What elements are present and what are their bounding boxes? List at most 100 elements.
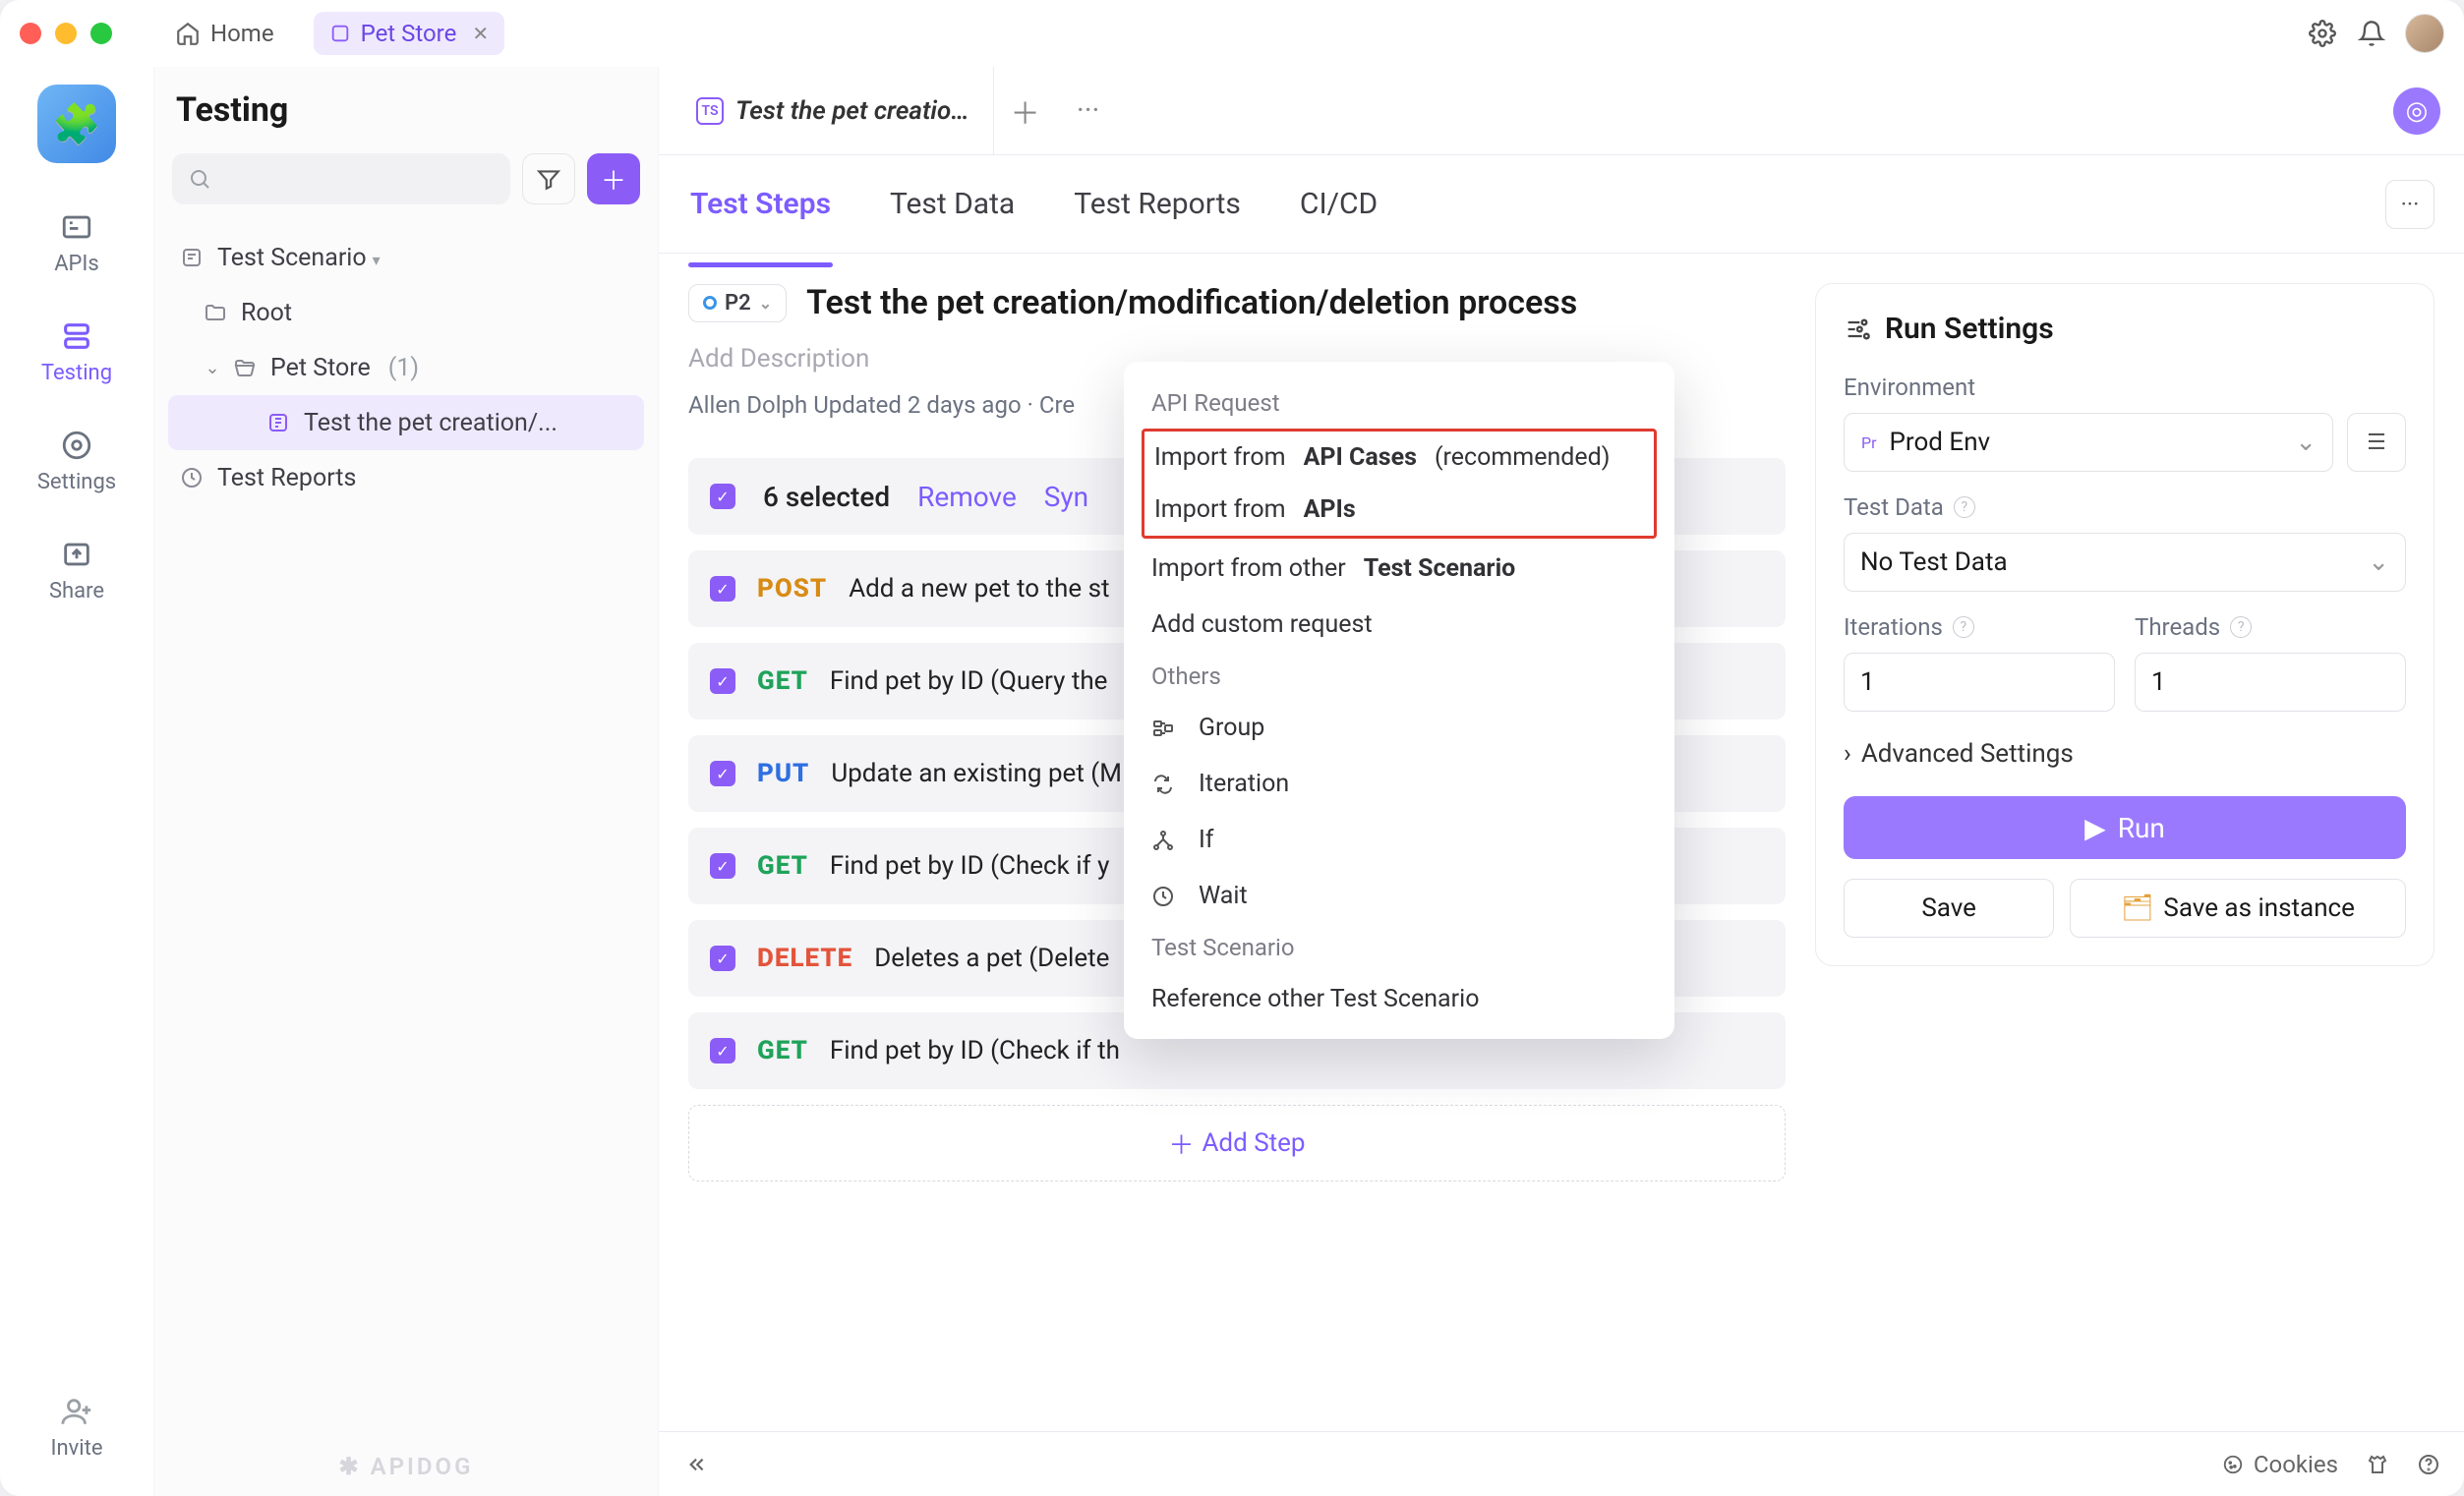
- bell-icon: [2358, 20, 2385, 47]
- http-method: PUT: [757, 759, 809, 788]
- tree-label: Test the pet creation/...: [304, 409, 557, 437]
- env-select[interactable]: Pr Prod Env ⌄: [1844, 413, 2333, 472]
- help-icon[interactable]: ?: [1953, 616, 1974, 638]
- help-icon[interactable]: ?: [1954, 496, 1975, 518]
- new-button[interactable]: ＋: [587, 153, 640, 204]
- step-checkbox[interactable]: ✓: [710, 1038, 735, 1064]
- settings-button[interactable]: [2303, 14, 2342, 53]
- collapse-panel-button[interactable]: [682, 1452, 708, 1477]
- document-tab[interactable]: TS Test the pet creatio…: [673, 67, 994, 154]
- folder-icon: [204, 301, 229, 324]
- tab-add-button[interactable]: ＋: [994, 67, 1057, 154]
- window-controls: [20, 23, 112, 44]
- select-all-checkbox[interactable]: ✓: [710, 484, 735, 509]
- rail-item-share[interactable]: Share: [0, 532, 153, 609]
- chevron-down-icon[interactable]: ⌄: [204, 358, 221, 378]
- theme-button[interactable]: [2366, 1453, 2389, 1476]
- gear-icon: [2309, 20, 2336, 47]
- iterations-input[interactable]: 1: [1844, 653, 2115, 712]
- sidebar-item-scenario[interactable]: Test the pet creation/...: [168, 395, 644, 450]
- compass-button[interactable]: ◎: [2393, 87, 2440, 135]
- sidebar-item-test-reports[interactable]: Test Reports: [168, 450, 644, 505]
- tree-label: Root: [241, 299, 292, 327]
- rail-label: Testing: [41, 361, 112, 385]
- dropdown-section-others: Others: [1124, 653, 1674, 700]
- step-checkbox[interactable]: ✓: [710, 853, 735, 879]
- document-tabs: TS Test the pet creatio… ＋ ··· ◎: [659, 67, 2464, 155]
- step-title: Find pet by ID (Check if th: [830, 1036, 1120, 1065]
- rail-item-testing[interactable]: Testing: [0, 314, 153, 391]
- help-icon[interactable]: ?: [2230, 616, 2252, 638]
- sync-link[interactable]: Syn: [1044, 481, 1088, 513]
- env-menu-button[interactable]: ☰: [2347, 413, 2406, 472]
- save-label: Save: [1921, 893, 1976, 923]
- env-value: Prod Env: [1890, 428, 1991, 457]
- scenario-title[interactable]: Test the pet creation/modification/delet…: [806, 283, 1577, 322]
- avatar[interactable]: [2405, 14, 2444, 53]
- dropdown-import-apis[interactable]: Import from APIs: [1144, 484, 1654, 536]
- dropdown-iteration[interactable]: Iteration: [1124, 756, 1674, 812]
- subtab-test-data[interactable]: Test Data: [888, 173, 1017, 235]
- notifications-button[interactable]: [2352, 14, 2391, 53]
- http-method: POST: [757, 574, 827, 604]
- sidebar-item-test-scenario[interactable]: Test Scenario: [168, 230, 644, 285]
- subtab-test-reports[interactable]: Test Reports: [1072, 173, 1243, 235]
- window-minimize-dot[interactable]: [55, 23, 77, 44]
- sidebar-item-root[interactable]: Root: [168, 285, 644, 340]
- iterations-label: Iterations?: [1844, 613, 2115, 641]
- search-input[interactable]: [172, 153, 510, 204]
- dropdown-wait[interactable]: Wait: [1124, 868, 1674, 924]
- tab-more-button[interactable]: ···: [1057, 67, 1120, 154]
- subtab-more-button[interactable]: ···: [2385, 180, 2435, 229]
- env-label: Environment: [1844, 374, 2406, 401]
- window-close-dot[interactable]: [20, 23, 41, 44]
- testdata-select[interactable]: No Test Data ⌄: [1844, 533, 2406, 592]
- dropdown-add-custom[interactable]: Add custom request: [1124, 597, 1674, 653]
- rail-item-apis[interactable]: APIs: [0, 204, 153, 282]
- home-button[interactable]: Home: [159, 14, 290, 53]
- rail-item-settings[interactable]: Settings: [0, 423, 153, 500]
- iteration-icon: [1151, 773, 1181, 796]
- plus-icon: ＋: [1168, 1125, 1194, 1162]
- dropdown-group[interactable]: Group: [1124, 700, 1674, 756]
- cookies-button[interactable]: Cookies: [2222, 1451, 2338, 1478]
- group-icon: [1151, 717, 1181, 740]
- filter-button[interactable]: [522, 153, 575, 204]
- step-checkbox[interactable]: ✓: [710, 946, 735, 971]
- advanced-settings-toggle[interactable]: Advanced Settings: [1844, 739, 2406, 769]
- save-button[interactable]: Save: [1844, 879, 2054, 938]
- dropdown-if[interactable]: If: [1124, 812, 1674, 868]
- cookies-label: Cookies: [2254, 1451, 2338, 1478]
- rail-item-invite[interactable]: Invite: [0, 1389, 153, 1467]
- priority-dot-icon: [703, 296, 717, 310]
- close-icon[interactable]: ✕: [472, 22, 489, 45]
- step-checkbox[interactable]: ✓: [710, 761, 735, 786]
- workspace-tab[interactable]: Pet Store ✕: [314, 12, 504, 55]
- save-as-instance-button[interactable]: 🗂 Save as instance: [2070, 879, 2406, 938]
- plus-icon: ＋: [1011, 89, 1040, 133]
- filter-icon: [536, 166, 561, 192]
- dropdown-import-api-cases[interactable]: Import from API Cases (recommended): [1144, 432, 1654, 484]
- window-maximize-dot[interactable]: [90, 23, 112, 44]
- run-settings-panel: Run Settings Environment Pr Prod Env ⌄ ☰…: [1815, 283, 2435, 966]
- help-button[interactable]: [2417, 1453, 2440, 1476]
- step-checkbox[interactable]: ✓: [710, 576, 735, 602]
- sidebar-item-petstore[interactable]: ⌄ Pet Store (1): [168, 340, 644, 395]
- selected-count: 6 selected: [763, 481, 890, 513]
- dropdown-import-other-scenario[interactable]: Import from other Test Scenario: [1124, 541, 1674, 597]
- scenario-subtabs: Test Steps Test Data Test Reports CI/CD …: [659, 155, 2464, 254]
- subtab-cicd[interactable]: CI/CD: [1298, 173, 1379, 235]
- tune-icon: [1844, 316, 1871, 343]
- add-step-button[interactable]: ＋ Add Step: [688, 1105, 1786, 1181]
- dropdown-ref-other[interactable]: Reference other Test Scenario: [1124, 971, 1674, 1027]
- threads-input[interactable]: 1: [2135, 653, 2406, 712]
- step-checkbox[interactable]: ✓: [710, 668, 735, 694]
- home-icon: [175, 21, 201, 46]
- run-button[interactable]: ▶ Run: [1844, 796, 2406, 859]
- save-instance-icon: 🗂: [2121, 893, 2153, 923]
- remove-link[interactable]: Remove: [917, 481, 1017, 513]
- step-title: Deletes a pet (Delete: [874, 944, 1109, 973]
- subtab-test-steps[interactable]: Test Steps: [688, 173, 833, 235]
- priority-selector[interactable]: P2 ⌄: [688, 284, 787, 322]
- app-logo[interactable]: [37, 85, 116, 163]
